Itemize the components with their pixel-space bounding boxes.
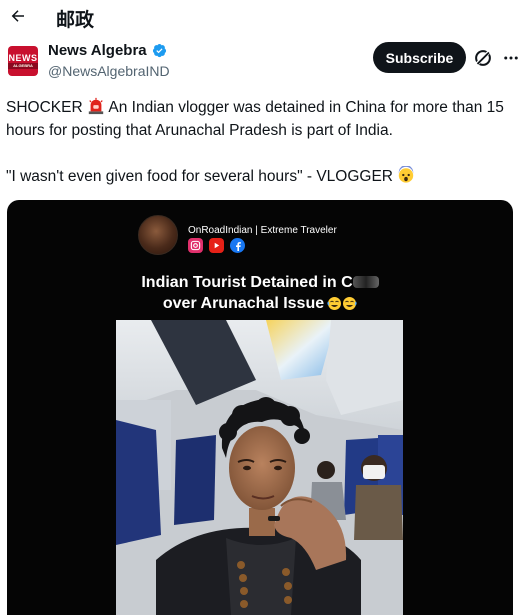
redaction-smudge — [352, 276, 379, 288]
video-title-line1-text: Indian Tourist Detained in C — [141, 274, 353, 291]
more-icon — [504, 56, 518, 60]
facebook-icon — [230, 238, 245, 253]
top-bar: 邮政 — [0, 0, 528, 34]
page-title: 邮政 — [56, 9, 95, 31]
post-text-paragraph-2: "I wasn't even given food for several ho… — [6, 165, 522, 188]
arrow-left-icon — [11, 10, 24, 22]
author-handle[interactable]: @NewsAlgebraIND — [48, 63, 170, 79]
instagram-icon — [188, 238, 203, 253]
video-title: Indian Tourist Detained in C over Arunac… — [7, 272, 513, 314]
creator-label: OnRoadIndian | Extreme Traveler — [188, 225, 337, 236]
post-text-paragraph-1: SHOCKER An Indian vlogger was detained i… — [6, 96, 522, 142]
video-frame — [116, 320, 403, 615]
author-name-row: News Algebra — [48, 42, 167, 59]
post-media-video[interactable]: OnRoadIndian | Extreme Traveler Indian T… — [7, 200, 513, 615]
avatar-text-top: NEWS — [8, 53, 38, 63]
author-display-name[interactable]: News Algebra — [48, 42, 147, 59]
post-text-line1-before: SHOCKER — [6, 99, 87, 116]
avatar-text-bottom: ALGEBRA — [8, 63, 38, 69]
shocked-face-emoji — [399, 166, 414, 183]
back-button[interactable] — [6, 4, 30, 28]
grok-icon[interactable] — [472, 47, 494, 69]
post-header: NEWS ALGEBRA News Algebra @NewsAlgebraIN… — [0, 38, 528, 88]
subscribe-button[interactable]: Subscribe — [373, 42, 466, 73]
video-title-line2-row: over Arunachal Issue — [163, 293, 357, 314]
post-text: SHOCKER An Indian vlogger was detained i… — [6, 96, 522, 188]
creator-avatar — [138, 215, 178, 255]
video-title-line1: Indian Tourist Detained in C — [7, 272, 513, 293]
laughing-emoji — [327, 297, 357, 310]
more-button[interactable] — [500, 47, 522, 69]
youtube-icon — [209, 238, 224, 253]
video-title-line2-text: over Arunachal Issue — [162, 295, 325, 312]
creator-social-row — [188, 238, 245, 253]
post-text-line2: "I wasn't even given food for several ho… — [6, 168, 398, 185]
police-light-emoji — [88, 97, 104, 115]
verified-badge-icon — [152, 43, 166, 58]
author-avatar[interactable]: NEWS ALGEBRA — [8, 46, 38, 76]
